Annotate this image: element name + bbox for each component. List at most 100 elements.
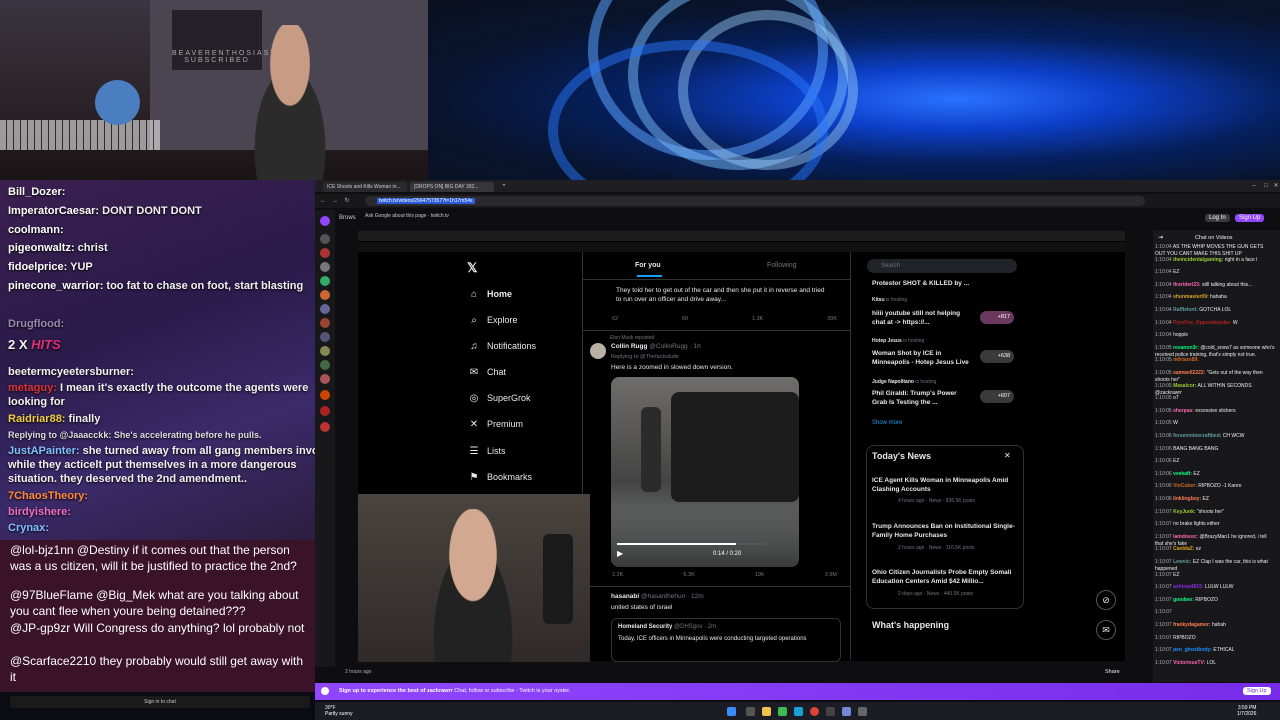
x-nav-supergrok[interactable]: ◎ SuperGrok: [467, 393, 531, 404]
sidebar-avatar[interactable]: [320, 248, 330, 258]
x-nav-home[interactable]: ⌂ Home: [467, 289, 512, 300]
reply-count[interactable]: 62: [612, 316, 618, 322]
chat-username[interactable]: shunmaster09:: [1173, 294, 1209, 300]
forward-icon[interactable]: →: [331, 197, 339, 205]
signup-banner-button[interactable]: Sign Up: [1243, 687, 1271, 695]
like-count[interactable]: 1.3K: [752, 316, 763, 322]
tab-following[interactable]: Following: [767, 262, 797, 269]
x-nav-notifications[interactable]: ♫ Notifications: [467, 341, 536, 352]
grok-icon[interactable]: ⊘: [1096, 590, 1116, 610]
sidebar-avatar[interactable]: [320, 262, 330, 272]
tweet-author[interactable]: hasanabi @hasanthehun · 12m: [611, 593, 704, 600]
chat-username[interactable]: fireriderl23:: [1173, 282, 1201, 288]
maximize-icon[interactable]: □: [1262, 182, 1270, 190]
chat-username[interactable]: Lewvic:: [1173, 559, 1191, 565]
browser-tab[interactable]: ICE Shoots and Kills Woman in...: [323, 182, 407, 192]
chat-username[interactable]: Rafflelunt:: [1173, 307, 1198, 313]
minimize-icon[interactable]: –: [1250, 182, 1258, 190]
live-title[interactable]: Protestor SHOT & KILLED by ...: [872, 279, 969, 288]
tweet-video[interactable]: ▶ 0:14 / 0:20: [611, 377, 799, 567]
app-icon[interactable]: [858, 707, 867, 716]
sidebar-avatar[interactable]: [320, 406, 330, 416]
chat-username[interactable]: samwell2222:: [1173, 370, 1205, 376]
x-nav-chat[interactable]: ✉ Chat: [467, 367, 506, 378]
sidebar-avatar[interactable]: [320, 390, 330, 400]
sidebar-avatar[interactable]: [320, 304, 330, 314]
x-logo-icon[interactable]: 𝕏: [467, 260, 477, 276]
signup-button[interactable]: Sign Up: [1235, 214, 1265, 222]
discord-icon[interactable]: [842, 707, 851, 716]
show-more-link[interactable]: Show more: [872, 420, 902, 426]
address-bar[interactable]: twitch.tv/videos/2664757357?t=1h17m54s: [365, 196, 1145, 206]
x-search-input[interactable]: Search: [867, 259, 1017, 273]
file-explorer-icon[interactable]: [762, 707, 771, 716]
sidebar-avatar[interactable]: [320, 422, 330, 432]
chat-username[interactable]: forsenminecraftbed:: [1173, 433, 1221, 439]
repost-count[interactable]: 60: [682, 316, 688, 322]
chrome-icon[interactable]: [810, 707, 819, 716]
edge-icon[interactable]: [794, 707, 803, 716]
sidebar-avatar[interactable]: [320, 346, 330, 356]
chat-username[interactable]: KeyJunk:: [1173, 509, 1196, 515]
chat-username[interactable]: PyroFox_Oppositepolar:: [1173, 320, 1231, 326]
messages-icon[interactable]: ✉: [1096, 620, 1116, 640]
chat-username[interactable]: m0rtaro89:: [1173, 357, 1199, 363]
news-title[interactable]: ICE Agent Kills Woman in Minneapolis Ami…: [872, 476, 1017, 494]
google-suggest[interactable]: Ask Google about this page · twitch.tv: [365, 211, 565, 221]
tweet-author[interactable]: Collin Rugg @CollinRugg · 1h: [611, 343, 701, 350]
chat-username[interactable]: Masalcor:: [1173, 383, 1196, 389]
sidebar-avatar[interactable]: [320, 332, 330, 342]
chat-username[interactable]: frankydagamer:: [1173, 622, 1211, 628]
sidebar-avatar[interactable]: [320, 318, 330, 328]
live-title[interactable]: hiiii youtube still not helping chat at …: [872, 309, 972, 327]
chat-username[interactable]: revanon3r:: [1173, 345, 1199, 351]
like-count[interactable]: 19K: [755, 572, 765, 578]
chat-username[interactable]: vvekaft:: [1173, 471, 1192, 477]
sidebar-avatar[interactable]: [320, 276, 330, 286]
login-button[interactable]: Log In: [1205, 214, 1230, 222]
back-icon[interactable]: ←: [319, 197, 327, 205]
repost-count[interactable]: 6.3K: [683, 572, 694, 578]
view-count[interactable]: 3.9M: [825, 572, 837, 578]
chat-username[interactable]: CanldaZ:: [1173, 546, 1194, 552]
chat-username[interactable]: VioCuber:: [1173, 483, 1197, 489]
live-title[interactable]: Woman Shot by ICE in Minneapolis - Hotep…: [872, 349, 972, 367]
sidebar-avatar[interactable]: [320, 374, 330, 384]
taskbar-clock[interactable]: 3:59 PM 1/7/2026: [1237, 705, 1256, 717]
app-icon[interactable]: [778, 707, 787, 716]
reply-count[interactable]: 2.2K: [612, 572, 623, 578]
x-nav-lists[interactable]: ☰ Lists: [467, 446, 506, 457]
collapse-chat-icon[interactable]: ⇥: [1158, 234, 1163, 241]
x-nav-bookmarks[interactable]: ⚑ Bookmarks: [467, 472, 533, 483]
sidebar-avatar[interactable]: [320, 216, 330, 226]
chat-username[interactable]: VictoriousTV:: [1173, 660, 1205, 666]
view-count[interactable]: 39K: [827, 316, 837, 322]
browser-tab[interactable]: [DROPS ON] BIG DAY 382...: [410, 182, 494, 192]
sidebar-avatar[interactable]: [320, 360, 330, 370]
reload-icon[interactable]: ↻: [343, 197, 351, 205]
chat-username[interactable]: linklingboy:: [1173, 496, 1201, 502]
close-icon[interactable]: ✕: [1004, 451, 1011, 460]
app-icon[interactable]: [826, 707, 835, 716]
sidebar-avatar[interactable]: [320, 290, 330, 300]
quote-tweet[interactable]: Homeland Security @DHSgov · 2m Today, IC…: [611, 618, 841, 662]
chat-username[interactable]: sherpas:: [1173, 408, 1194, 414]
tab-for-you[interactable]: For you: [635, 262, 661, 269]
chat-username[interactable]: pen_ghostbody:: [1173, 647, 1212, 653]
x-nav-premium[interactable]: ✕ Premium: [467, 419, 523, 430]
live-title[interactable]: Phil Giraldi: Trump's Power Grab Is Test…: [872, 389, 972, 407]
share-button[interactable]: Share: [1105, 669, 1120, 675]
close-window-icon[interactable]: ✕: [1272, 182, 1280, 190]
x-nav-explore[interactable]: ⌕ Explore: [467, 315, 517, 326]
start-icon[interactable]: [727, 707, 736, 716]
chat-username[interactable]: theincidentalgaming:: [1173, 257, 1223, 263]
chat-username[interactable]: ashtray4815:: [1173, 584, 1204, 590]
chat-username[interactable]: goodwo:: [1173, 597, 1194, 603]
author-avatar[interactable]: [590, 343, 606, 359]
news-title[interactable]: Ohio Citizen Journalists Probe Empty Som…: [872, 568, 1017, 586]
task-view-icon[interactable]: [746, 707, 755, 716]
new-tab-icon[interactable]: +: [500, 182, 508, 190]
news-title[interactable]: Trump Announces Ban on Institutional Sin…: [872, 522, 1017, 540]
play-icon[interactable]: ▶: [617, 549, 623, 558]
browse-label[interactable]: Brows: [339, 215, 356, 221]
